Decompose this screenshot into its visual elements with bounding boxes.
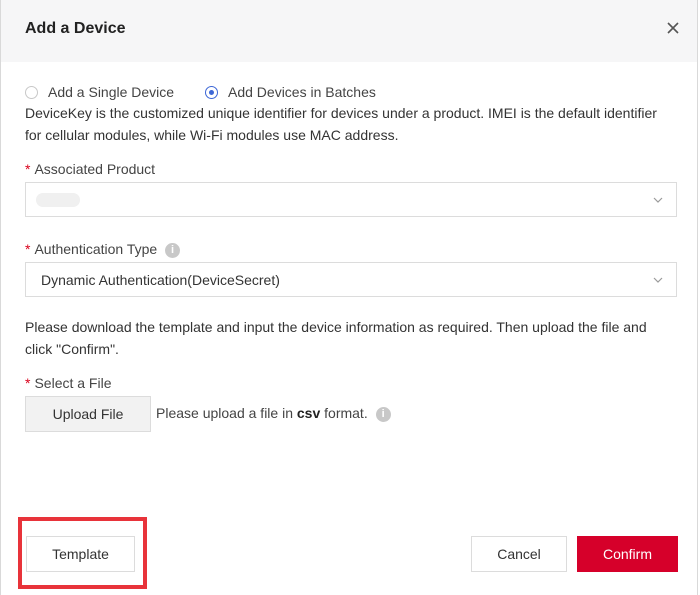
select-file-label: * Select a File [25, 375, 112, 391]
upload-hint-prefix: Please upload a file in [156, 405, 293, 421]
confirm-button[interactable]: Confirm [577, 536, 678, 572]
info-icon[interactable]: i [375, 406, 391, 422]
authentication-type-label-text: Authentication Type [34, 241, 158, 257]
upload-hint-format: csv [296, 405, 321, 421]
dialog-header: Add a Device [1, 0, 697, 62]
radio-batch-devices[interactable]: Add Devices in Batches [205, 84, 376, 100]
authentication-type-value: Dynamic Authentication(DeviceSecret) [41, 272, 280, 288]
devicekey-description: DeviceKey is the customized unique ident… [25, 105, 657, 143]
upload-hint-suffix: format. [324, 405, 368, 421]
upload-hint: Please upload a file in csv format. i [156, 405, 391, 422]
add-device-dialog: Add a Device Add a Single Device Add Dev… [0, 0, 698, 595]
authentication-type-select[interactable]: Dynamic Authentication(DeviceSecret) [25, 262, 677, 297]
select-file-label-text: Select a File [34, 375, 112, 391]
upload-file-button[interactable]: Upload File [25, 396, 151, 432]
redacted-product-value [36, 193, 80, 207]
required-mark: * [25, 161, 31, 177]
chevron-down-icon [652, 273, 664, 285]
authentication-type-label: * Authentication Type i [25, 241, 181, 258]
required-mark: * [25, 375, 31, 391]
associated-product-select[interactable] [25, 182, 677, 217]
radio-button-single[interactable] [25, 85, 38, 99]
required-mark: * [25, 241, 31, 257]
info-icon[interactable]: i [165, 242, 181, 258]
associated-product-label: * Associated Product [25, 161, 155, 177]
chevron-down-icon [652, 193, 664, 205]
radio-label-single: Add a Single Device [48, 84, 175, 100]
radio-button-batch[interactable] [205, 85, 218, 99]
associated-product-label-text: Associated Product [34, 161, 156, 177]
close-icon[interactable] [663, 18, 683, 38]
radio-label-batch: Add Devices in Batches [228, 84, 376, 100]
dialog-title: Add a Device [25, 20, 126, 37]
radio-single-device[interactable]: Add a Single Device [25, 84, 174, 100]
cancel-button[interactable]: Cancel [471, 536, 567, 572]
template-instructions: Please download the template and input t… [25, 319, 647, 357]
highlight-box [18, 517, 147, 589]
